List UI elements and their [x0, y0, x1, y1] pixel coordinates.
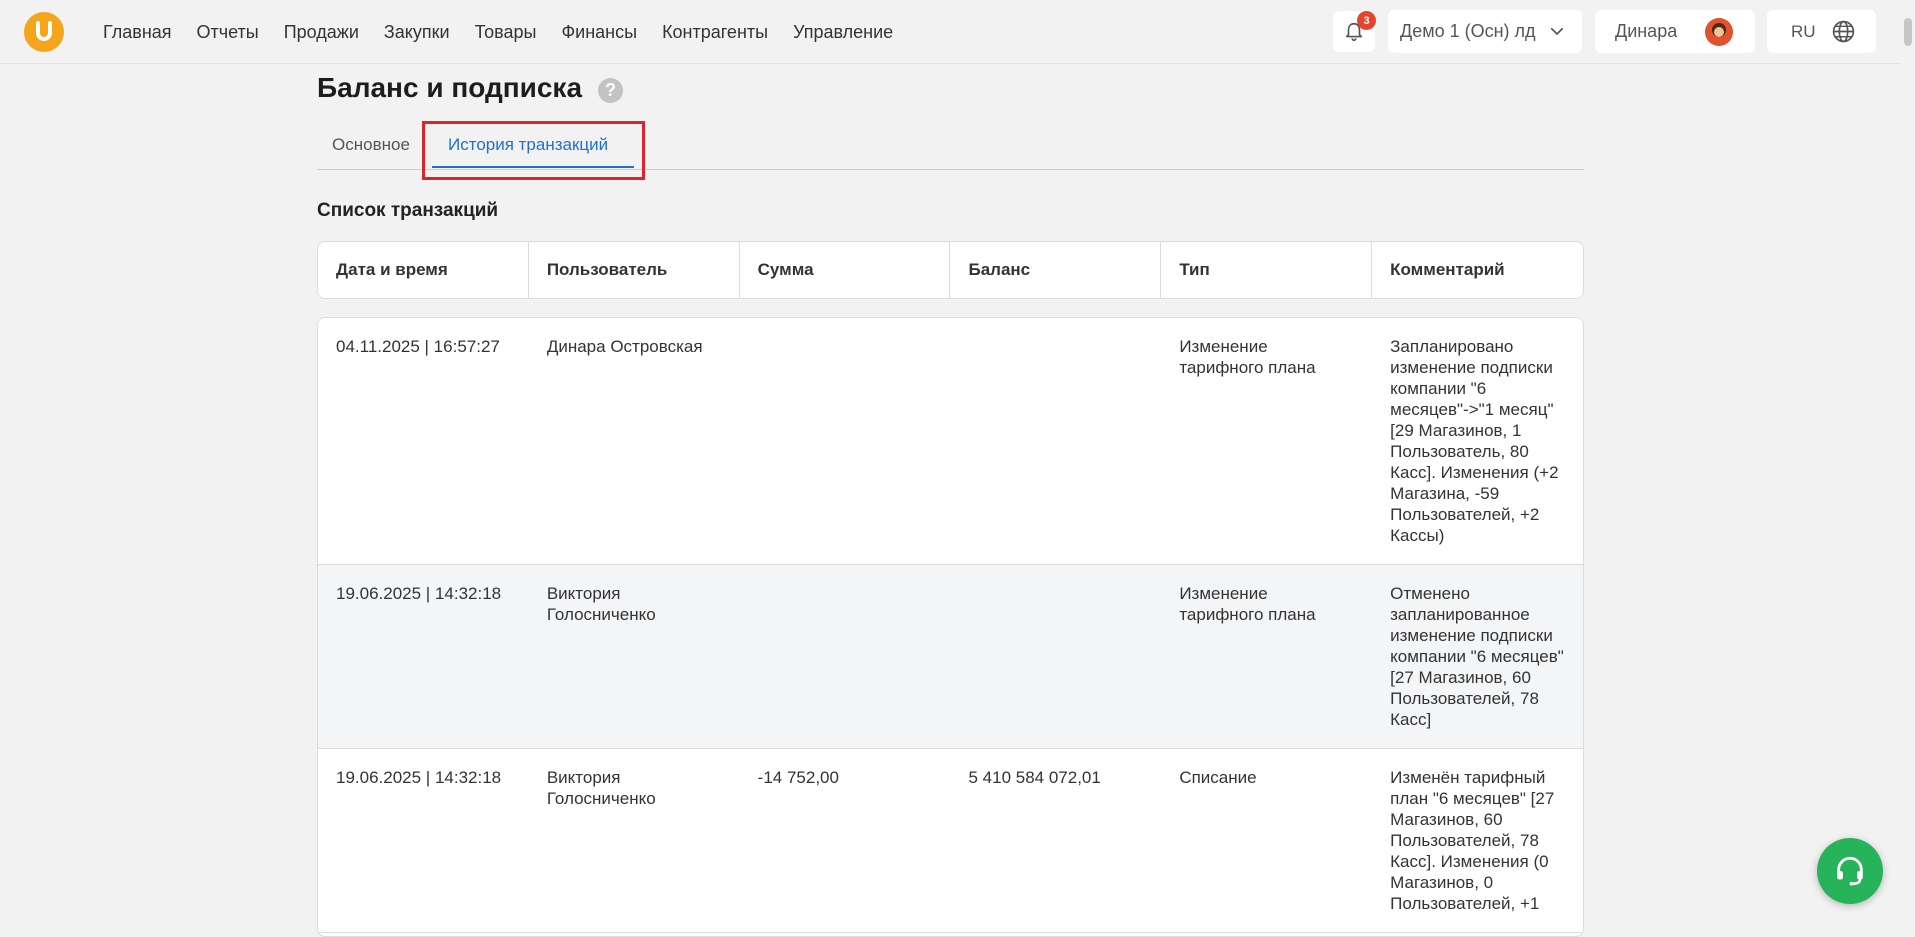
cell-amount: -14 752,00 — [757, 768, 839, 787]
cell-datetime: 04.11.2025 | 16:57:27 — [336, 337, 500, 356]
avatar — [1705, 18, 1733, 46]
support-chat-button[interactable] — [1817, 838, 1883, 904]
help-icon[interactable]: ? — [598, 78, 623, 103]
cell-balance: 5 410 584 072,01 — [968, 768, 1101, 787]
page-scrollbar[interactable] — [1900, 0, 1915, 921]
notifications-button[interactable]: 3 — [1333, 11, 1376, 52]
cell-type: Изменение тарифного плана — [1179, 584, 1316, 624]
cell-type: Списание — [1179, 768, 1257, 787]
cell-datetime: 19.06.2025 | 14:32:18 — [336, 584, 502, 603]
table-row[interactable]: 04.11.2025 | 16:57:27 Динара Островская … — [318, 318, 1583, 565]
column-header-balance[interactable]: Баланс — [950, 242, 1162, 298]
notification-count-badge: 3 — [1357, 11, 1376, 30]
table-row[interactable]: 19.06.2025 | 14:32:18 Виктория Голосниче… — [318, 565, 1583, 749]
column-header-type[interactable]: Тип — [1161, 242, 1373, 298]
cell-amount — [740, 565, 951, 748]
cell-balance — [950, 565, 1161, 748]
cell-comment: Отменено запланированное изменение подпи… — [1390, 584, 1564, 729]
cell-comment: Изменён тарифный план "6 месяцев" [27 Ма… — [1390, 768, 1555, 913]
cell-type: Изменение тарифного плана — [1179, 337, 1316, 377]
cell-user: Виктория Голосниченко — [546, 584, 656, 624]
nav-item-counterparties[interactable]: Контрагенты — [662, 22, 768, 43]
scrollbar-thumb[interactable] — [1904, 18, 1912, 46]
headset-icon — [1837, 856, 1863, 886]
top-bar: Главная Отчеты Продажи Закупки Товары Фи… — [0, 0, 1900, 64]
language-value: RU — [1791, 21, 1816, 41]
tab-general[interactable]: Основное — [332, 135, 410, 155]
user-name: Динара — [1615, 21, 1678, 41]
highlight-annotation — [422, 121, 645, 180]
table-row[interactable]: 19.06.2025 | 14:32:18 Виктория Голосниче… — [318, 749, 1583, 933]
cell-user: Виктория Голосниченко — [546, 768, 656, 808]
column-header-user[interactable]: Пользователь — [529, 242, 740, 298]
company-select[interactable]: Демо 1 (Осн) лд — [1388, 10, 1582, 53]
language-select[interactable]: RU — [1767, 10, 1876, 53]
nav-item-management[interactable]: Управление — [793, 22, 893, 43]
company-select-value: Демо 1 (Осн) лд — [1400, 21, 1536, 41]
cell-comment: Запланировано изменение подписки компани… — [1390, 337, 1559, 545]
app-logo[interactable] — [24, 12, 64, 52]
column-header-datetime[interactable]: Дата и время — [318, 242, 529, 298]
globe-icon — [1832, 20, 1855, 43]
page-title: Баланс и подписка — [317, 72, 583, 103]
table-header: Дата и время Пользователь Сумма Баланс Т… — [317, 241, 1584, 299]
nav-item-products[interactable]: Товары — [475, 22, 537, 43]
nav-item-purchases[interactable]: Закупки — [384, 22, 450, 43]
nav-item-home[interactable]: Главная — [103, 22, 172, 43]
cell-balance — [950, 318, 1161, 564]
transactions-table: 04.11.2025 | 16:57:27 Динара Островская … — [317, 317, 1584, 937]
nav-item-sales[interactable]: Продажи — [284, 22, 359, 43]
chevron-down-icon — [1550, 27, 1564, 35]
column-header-comment[interactable]: Комментарий — [1372, 242, 1583, 298]
section-title: Список транзакций — [317, 200, 499, 221]
cell-user: Динара Островская — [546, 337, 703, 356]
nav-item-finance[interactable]: Финансы — [561, 22, 637, 43]
cell-amount — [740, 318, 951, 564]
user-menu[interactable]: Динара — [1595, 10, 1755, 53]
main-nav: Главная Отчеты Продажи Закупки Товары Фи… — [103, 0, 918, 64]
logo-u-icon — [36, 21, 52, 41]
nav-item-reports[interactable]: Отчеты — [197, 22, 259, 43]
cell-datetime: 19.06.2025 | 14:32:18 — [336, 768, 502, 787]
column-header-amount[interactable]: Сумма — [740, 242, 951, 298]
